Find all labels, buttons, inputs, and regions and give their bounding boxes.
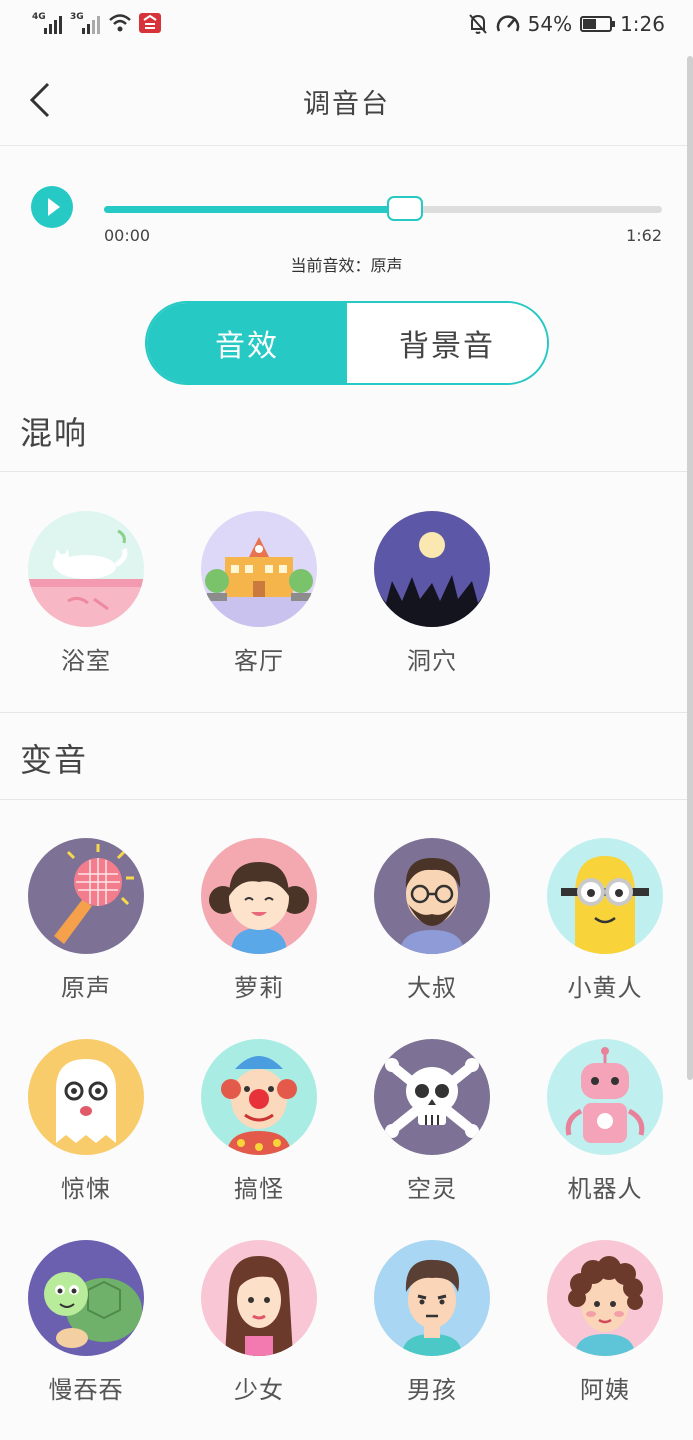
effect-label: 客厅 — [234, 647, 284, 675]
voice-item-minion[interactable]: 小黄人 — [525, 838, 685, 1003]
voice-item-boy[interactable]: 男孩 — [352, 1240, 512, 1405]
voice-item-auntie[interactable]: 阿姨 — [525, 1240, 685, 1405]
current-effect-label: 当前音效： — [290, 256, 371, 275]
scrollbar[interactable] — [687, 56, 693, 1080]
divider — [0, 471, 693, 472]
voice-label: 阿姨 — [580, 1376, 630, 1404]
voice-label: 萝莉 — [234, 974, 284, 1002]
network-type-2: 3G — [70, 12, 84, 22]
skull-icon — [374, 1039, 490, 1155]
divider — [0, 799, 693, 800]
voice-label: 慢吞吞 — [48, 1376, 124, 1404]
time-end: 1:62 — [626, 226, 662, 245]
battery-percent: 54% — [527, 12, 573, 36]
signal-4g-icon: 4G — [32, 12, 64, 34]
voice-label: 男孩 — [407, 1376, 457, 1404]
girl-pigtails-icon — [201, 838, 317, 954]
ghost-icon — [28, 1039, 144, 1155]
current-effect-value: 原声 — [370, 256, 403, 275]
turtle-icon — [28, 1240, 144, 1356]
bathroom-cat-icon — [28, 511, 144, 627]
effect-label: 洞穴 — [407, 647, 457, 675]
play-icon[interactable] — [31, 186, 73, 228]
voice-label: 原声 — [61, 974, 111, 1002]
voice-label: 空灵 — [407, 1175, 457, 1203]
network-type-1: 4G — [32, 12, 46, 22]
voice-label: 大叔 — [407, 974, 457, 1002]
living-room-building-icon — [201, 511, 317, 627]
time-start: 00:00 — [104, 226, 151, 245]
speed-icon — [496, 15, 519, 32]
effect-label: 浴室 — [61, 647, 111, 675]
voice-label: 少女 — [234, 1376, 284, 1404]
boy-icon — [374, 1240, 490, 1356]
young-woman-icon — [201, 1240, 317, 1356]
microphone-icon — [28, 838, 144, 954]
progress-fill — [104, 206, 406, 213]
robot-icon — [547, 1039, 663, 1155]
voice-item-robot[interactable]: 机器人 — [525, 1039, 685, 1204]
divider — [0, 712, 693, 713]
auntie-icon — [547, 1240, 663, 1356]
tab-sound-effects[interactable]: 音效 — [147, 303, 347, 383]
voice-label: 惊悚 — [61, 1175, 111, 1203]
app-notification-icon — [139, 13, 161, 33]
voice-item-funny[interactable]: 搞怪 — [179, 1039, 339, 1204]
voice-label: 小黄人 — [567, 974, 643, 1002]
voice-item-uncle[interactable]: 大叔 — [352, 838, 512, 1003]
battery-icon — [580, 16, 616, 32]
section-title-reverb: 混响 — [20, 414, 89, 452]
effect-item-living-room[interactable]: 客厅 — [179, 511, 339, 676]
cave-moon-icon — [374, 511, 490, 627]
voice-item-girl[interactable]: 少女 — [179, 1240, 339, 1405]
bearded-man-icon — [374, 838, 490, 954]
tab-background-music[interactable]: 背景音 — [347, 303, 547, 383]
effect-item-cave[interactable]: 洞穴 — [352, 511, 512, 676]
slider-handle[interactable] — [387, 196, 424, 221]
minion-icon — [547, 838, 663, 954]
voice-item-loli[interactable]: 萝莉 — [179, 838, 339, 1003]
section-title-voice-change: 变音 — [20, 741, 89, 779]
voice-item-horror[interactable]: 惊悚 — [6, 1039, 166, 1204]
page-title: 调音台 — [303, 89, 390, 120]
signal-3g-icon: 3G — [70, 12, 102, 34]
voice-label: 搞怪 — [234, 1175, 284, 1203]
effect-item-bathroom[interactable]: 浴室 — [6, 511, 166, 676]
voice-label: 机器人 — [567, 1175, 643, 1203]
progress-slider[interactable] — [104, 196, 662, 221]
wifi-icon — [109, 14, 131, 32]
clown-icon — [201, 1039, 317, 1155]
mute-bell-icon — [468, 14, 487, 34]
voice-item-ethereal[interactable]: 空灵 — [352, 1039, 512, 1204]
tab-switcher: 音效 背景音 — [145, 301, 549, 385]
voice-item-original[interactable]: 原声 — [6, 838, 166, 1003]
voice-item-slow[interactable]: 慢吞吞 — [6, 1240, 166, 1405]
nav-bar: 调音台 — [0, 52, 693, 146]
status-bar: 4G 3G 54% 1:26 — [0, 0, 693, 52]
clock: 1:26 — [620, 12, 665, 36]
current-effect: 当前音效：原声 — [0, 252, 693, 276]
